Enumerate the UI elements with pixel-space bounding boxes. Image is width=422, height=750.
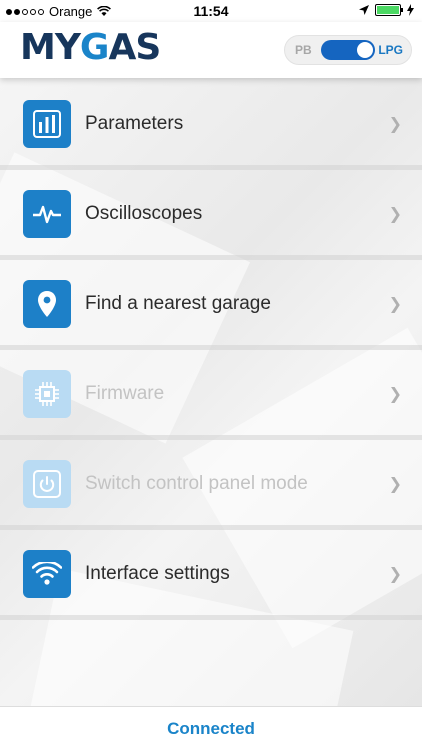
connection-footer: Connected [0, 706, 422, 750]
menu-item-interface-settings[interactable]: Interface settings ❯ [0, 532, 422, 620]
menu-item-firmware: Firmware ❯ [0, 352, 422, 440]
pulse-wave-icon [23, 189, 71, 238]
fuel-option-lpg[interactable]: LPG [378, 43, 403, 57]
chevron-right-icon: ❯ [388, 204, 402, 223]
menu-item-label: Find a nearest garage [85, 292, 271, 314]
mygas-logo: MYGAS [20, 27, 161, 68]
menu-item-label: Switch control panel mode [85, 472, 308, 494]
charging-bolt-icon [407, 4, 414, 16]
chevron-right-icon: ❯ [388, 294, 402, 313]
menu-item-label: Parameters [85, 112, 184, 134]
connection-status: Connected [167, 719, 255, 738]
status-bar: Orange 11:54 [0, 0, 422, 22]
main-menu: Parameters ❯ Oscilloscopes ❯ Find a near… [0, 78, 422, 706]
menu-item-parameters[interactable]: Parameters ❯ [0, 82, 422, 170]
menu-item-find-garage[interactable]: Find a nearest garage ❯ [0, 262, 422, 350]
wifi-icon [23, 549, 71, 598]
chevron-right-icon: ❯ [388, 384, 402, 403]
fuel-switch[interactable] [321, 40, 375, 60]
chevron-right-icon: ❯ [388, 564, 402, 583]
switch-knob [357, 42, 373, 58]
power-icon [23, 459, 71, 508]
app-header: MYGAS PB LPG [0, 22, 422, 78]
menu-item-label: Interface settings [85, 562, 230, 584]
location-arrow-icon [359, 5, 369, 15]
map-pin-icon [23, 279, 71, 328]
chevron-right-icon: ❯ [388, 474, 402, 493]
menu-item-label: Oscilloscopes [85, 202, 203, 224]
fuel-option-pb[interactable]: PB [295, 43, 312, 57]
chip-icon [23, 369, 71, 418]
battery-icon [375, 4, 403, 16]
status-indicators [359, 4, 414, 16]
chevron-right-icon: ❯ [388, 114, 402, 133]
menu-item-oscilloscopes[interactable]: Oscilloscopes ❯ [0, 172, 422, 260]
menu-item-label: Firmware [85, 382, 165, 404]
fuel-type-toggle[interactable]: PB LPG [284, 35, 412, 65]
bar-chart-icon [23, 99, 71, 148]
menu-item-switch-control-panel: Switch control panel mode ❯ [0, 442, 422, 530]
